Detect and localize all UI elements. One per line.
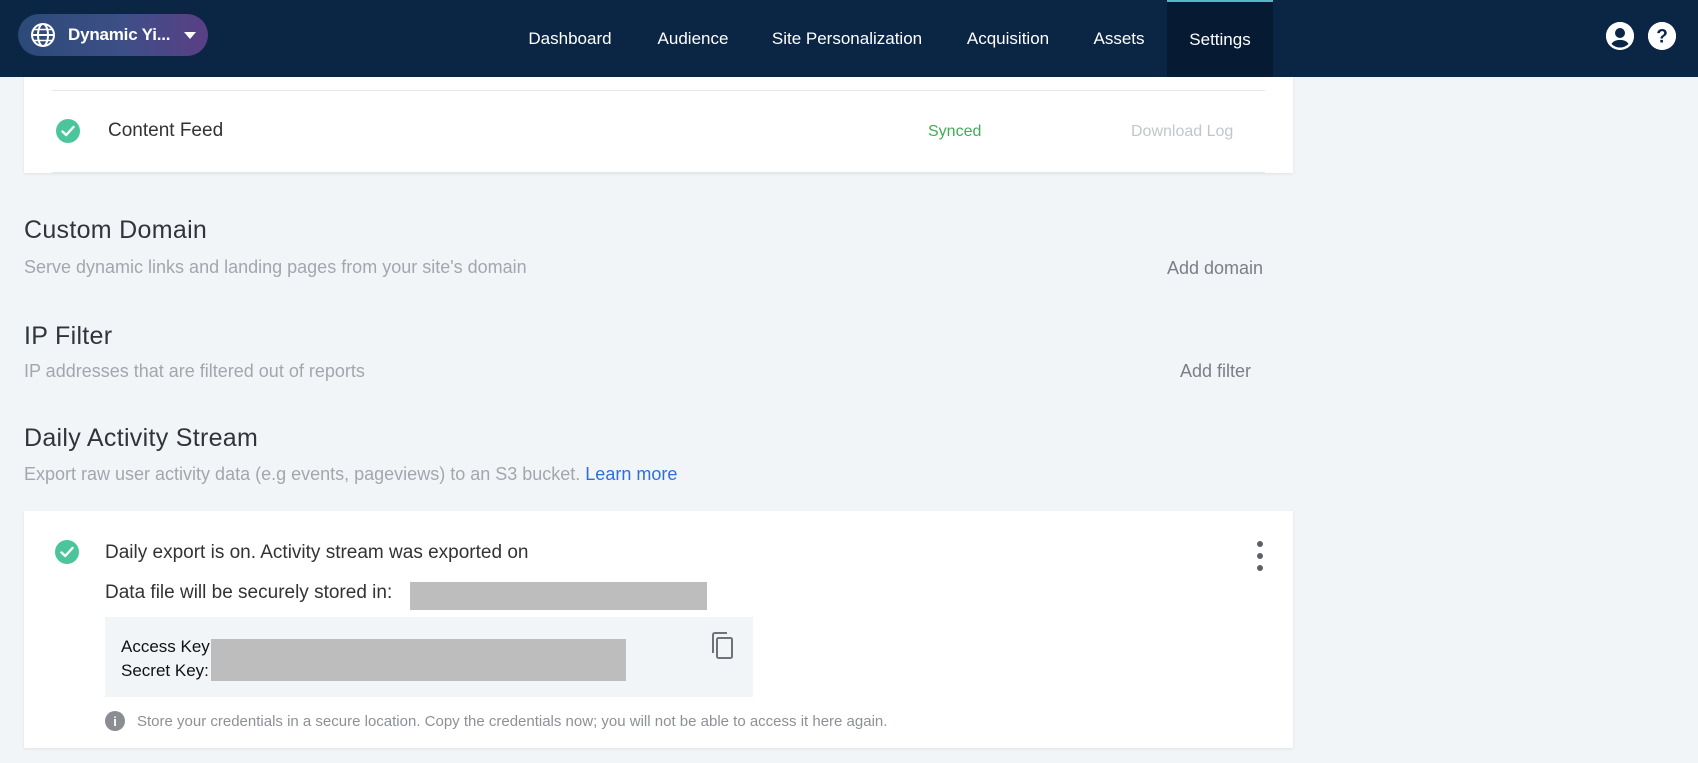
nav-item-assets[interactable]: Assets (1082, 0, 1156, 77)
ip-filter-title: IP Filter (24, 322, 113, 350)
download-log-link[interactable]: Download Log (1131, 123, 1233, 141)
divider (52, 90, 1265, 91)
activity-stream-title: Daily Activity Stream (24, 424, 259, 452)
nav-item-dashboard[interactable]: Dashboard (512, 0, 628, 77)
info-icon: i (105, 711, 125, 731)
top-nav-bar: Dynamic Yi... Dashboard Audience Site Pe… (0, 0, 1698, 77)
site-name: Dynamic Yi... (68, 25, 171, 44)
sync-status: Synced (928, 123, 982, 140)
nav-item-acquisition[interactable]: Acquisition (954, 0, 1062, 77)
redacted-credentials (211, 639, 626, 681)
activity-stream-description-text: Export raw user activity data (e.g event… (24, 464, 581, 484)
help-icon[interactable]: ? (1648, 22, 1676, 50)
nav-item-site-personalization[interactable]: Site Personalization (762, 0, 932, 77)
check-circle-icon (56, 119, 80, 143)
nav-item-audience[interactable]: Audience (644, 0, 742, 77)
secret-key-label: Secret Key: (121, 661, 209, 680)
chevron-down-icon (184, 31, 197, 39)
credentials-box: Access Key: Secret Key: (105, 617, 753, 697)
user-account-icon[interactable] (1606, 22, 1634, 50)
learn-more-link[interactable]: Learn more (585, 464, 677, 484)
credentials-notice-text: Store your credentials in a secure locat… (137, 712, 888, 730)
export-status: Daily export is on. Activity stream was … (105, 542, 529, 563)
check-circle-icon (55, 540, 79, 564)
svg-text:?: ? (1656, 27, 1668, 48)
add-filter-button[interactable]: Add filter (1180, 361, 1251, 382)
redacted-bucket-path (410, 582, 707, 610)
access-key-label: Access Key: (121, 637, 215, 656)
custom-domain-title: Custom Domain (24, 216, 208, 244)
feeds-card: Content Feed Synced Download Log (24, 77, 1293, 173)
credentials-notice: i Store your credentials in a secure loc… (105, 711, 887, 731)
activity-stream-description: Export raw user activity data (e.g event… (24, 464, 677, 485)
site-selector[interactable]: Dynamic Yi... (18, 14, 208, 56)
divider (52, 172, 1265, 173)
nav-item-settings[interactable]: Settings (1167, 0, 1273, 77)
storage-location-label: Data file will be securely stored in: (105, 582, 393, 603)
globe-icon (30, 22, 56, 48)
more-options-icon[interactable] (1253, 541, 1267, 571)
activity-stream-card: Daily export is on. Activity stream was … (24, 511, 1293, 748)
feed-name: Content Feed (108, 120, 224, 141)
custom-domain-description: Serve dynamic links and landing pages fr… (24, 257, 527, 277)
copy-icon[interactable] (709, 631, 735, 661)
ip-filter-description: IP addresses that are filtered out of re… (24, 361, 365, 381)
add-domain-button[interactable]: Add domain (1167, 258, 1263, 279)
